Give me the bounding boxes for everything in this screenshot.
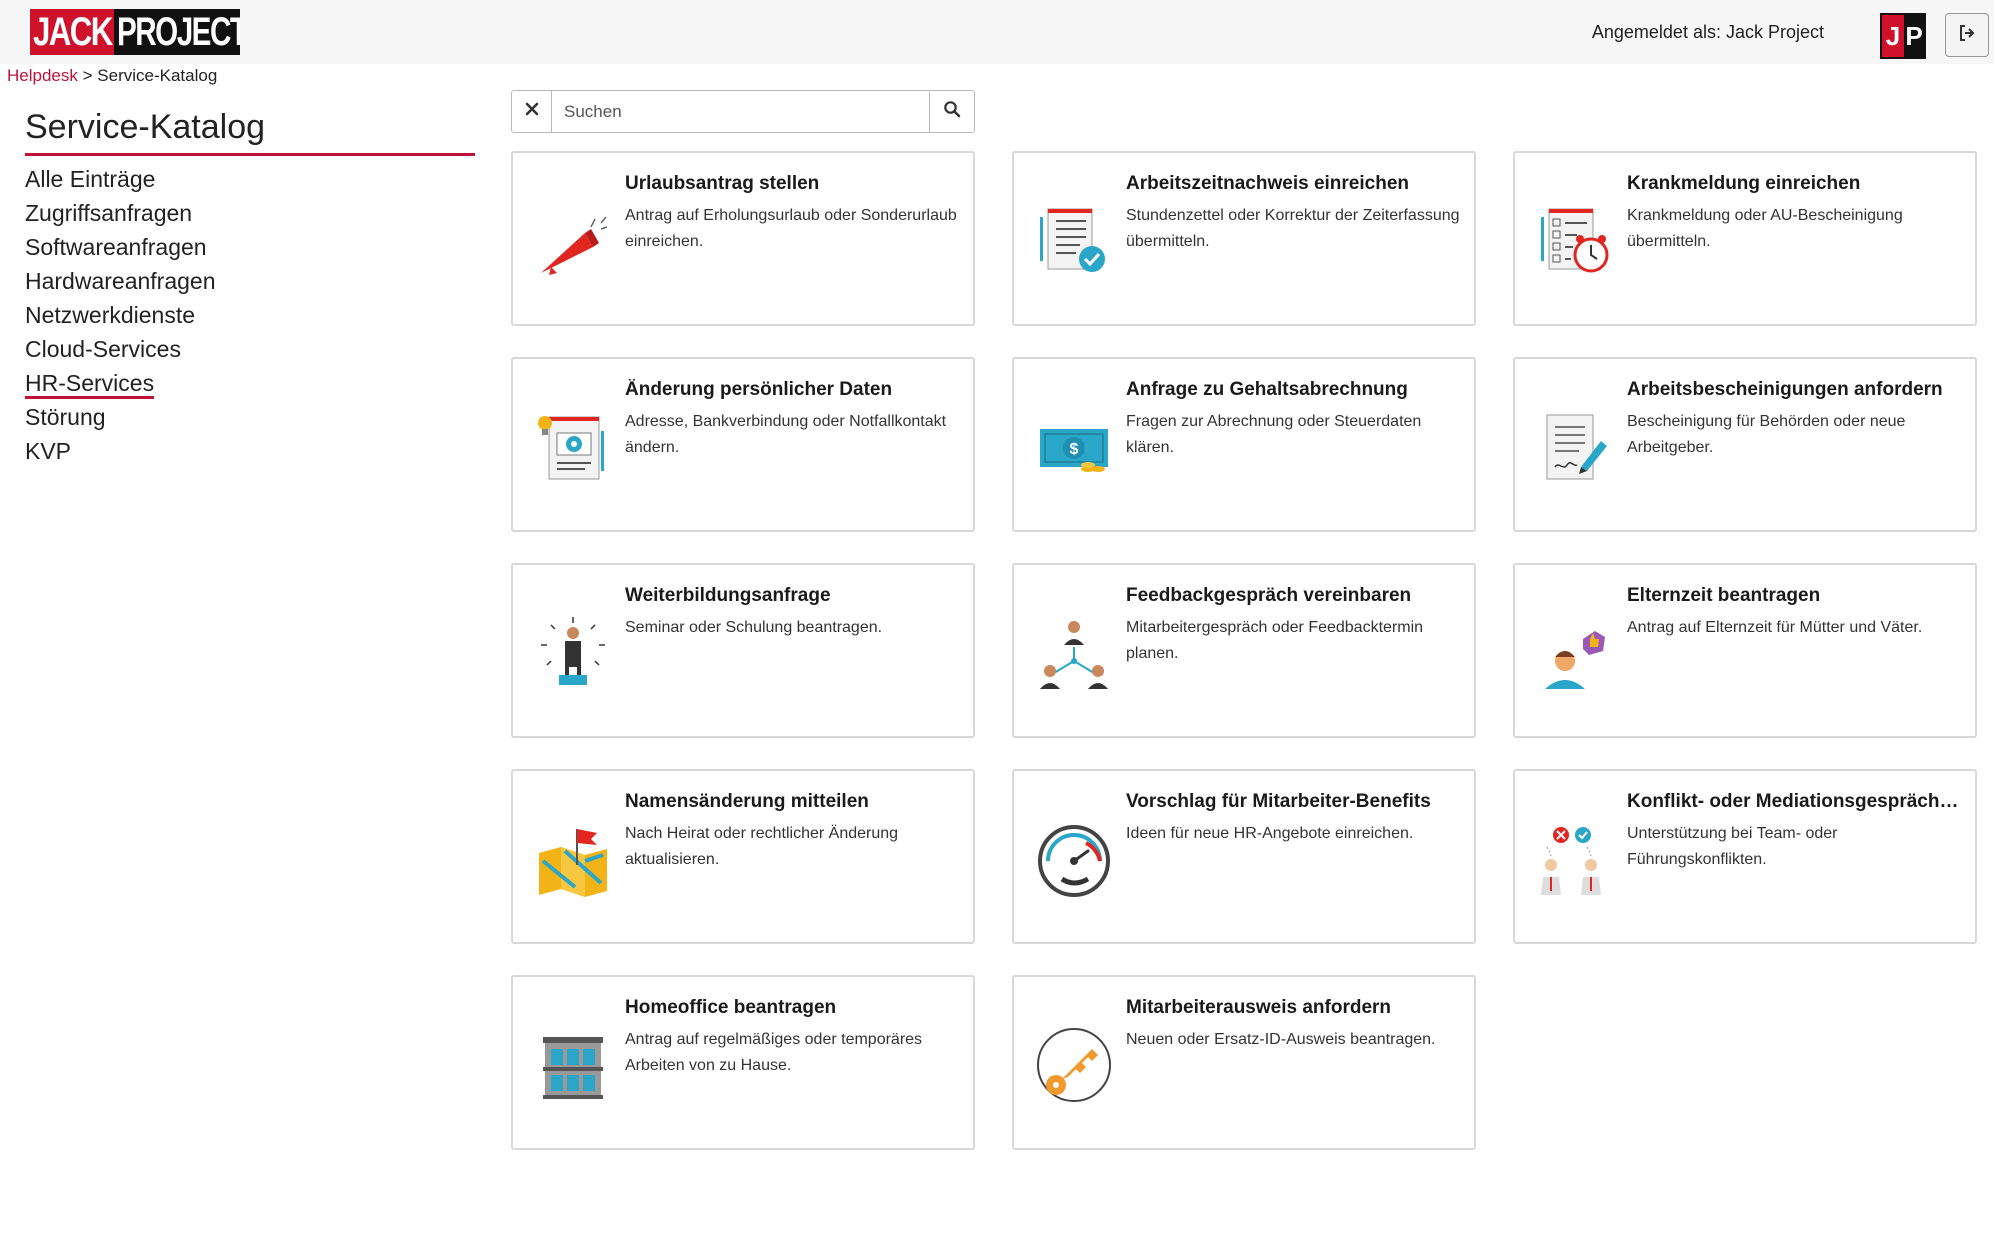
- sidebar-item-cloud-services[interactable]: Cloud-Services: [25, 332, 216, 366]
- service-card-elternzeit[interactable]: Elternzeit beantragen Antrag auf Elternz…: [1513, 563, 1977, 738]
- card-title: Weiterbildungsanfrage: [625, 585, 831, 606]
- sidebar-item-label: Softwareanfragen: [25, 234, 207, 260]
- sidebar-item-label: Zugriffsanfragen: [25, 200, 193, 226]
- card-title: Elternzeit beantragen: [1627, 585, 1821, 606]
- document-sign-icon: [1537, 409, 1613, 485]
- service-card-persoenliche-daten[interactable]: Änderung persönlicher Daten Adresse, Ban…: [511, 357, 975, 532]
- sidebar-item-label: Cloud-Services: [25, 336, 181, 362]
- sidebar-item-label: Netzwerkdienste: [25, 302, 196, 328]
- search-input[interactable]: [552, 91, 929, 132]
- money-icon: $: [1036, 409, 1112, 485]
- service-card-feedbackgespraech[interactable]: Feedbackgespräch vereinbaren Mitarbeiter…: [1012, 563, 1476, 738]
- service-card-homeoffice[interactable]: Homeoffice beantragen Antrag auf regelmä…: [511, 975, 975, 1150]
- card-title: Namensänderung mitteilen: [625, 791, 869, 812]
- card-description: Seminar oder Schulung beantragen.: [625, 619, 883, 636]
- sidebar-title: Service-Katalog: [25, 108, 475, 156]
- sidebar-item-label: HR-Services: [25, 370, 155, 399]
- breadcrumb-separator: >: [82, 66, 93, 85]
- logo-text-jack: JACK: [33, 10, 113, 54]
- service-card-mitarbeiterausweis[interactable]: Mitarbeiterausweis anfordern Neuen oder …: [1012, 975, 1476, 1150]
- card-title: Homeoffice beantragen: [625, 997, 837, 1018]
- building-icon: [535, 1027, 611, 1103]
- logo-text-project: PROJECT: [117, 10, 240, 54]
- card-title: Änderung persönlicher Daten: [625, 379, 893, 400]
- speaker-podium-icon: [535, 615, 611, 691]
- top-bar: JACK PROJECT Angemeldet als: Jack Projec…: [0, 0, 1994, 64]
- sidebar-item-label: Störung: [25, 404, 106, 430]
- checklist-approved-icon: [1036, 203, 1112, 279]
- card-title: Arbeitszeitnachweis einreichen: [1126, 173, 1409, 194]
- jackproject-logo[interactable]: JACK PROJECT: [30, 9, 240, 55]
- card-title: Feedbackgespräch vereinbaren: [1126, 585, 1412, 606]
- service-card-gehaltsabrechnung[interactable]: $ Anfrage zu Gehaltsabrechnung Fragen zu…: [1012, 357, 1476, 532]
- megaphone-icon: [535, 203, 611, 279]
- card-description: Krankmeldung oder AU-Bescheinigung überm…: [1627, 207, 1903, 250]
- card-title: Vorschlag für Mitarbeiter-Benefits: [1126, 791, 1431, 812]
- card-description: Bescheinigung für Behörden oder neue Arb…: [1627, 413, 1906, 456]
- search-button[interactable]: [929, 91, 974, 132]
- document-settings-icon: [535, 409, 611, 485]
- sidebar-item-hr-services[interactable]: HR-Services: [25, 366, 216, 400]
- service-card-konfliktgespraech[interactable]: Konflikt- oder Mediationsgespräch anford…: [1513, 769, 1977, 944]
- sidebar-category-list: Alle Einträge Zugriffsanfragen Softwarea…: [25, 162, 216, 468]
- service-card-mitarbeiter-benefits[interactable]: Vorschlag für Mitarbeiter-Benefits Ideen…: [1012, 769, 1476, 944]
- card-description: Nach Heirat oder rechtlicher Änderung ak…: [625, 825, 899, 868]
- svg-text:$: $: [1070, 441, 1079, 458]
- card-title: Arbeitsbescheinigungen anfordern: [1627, 379, 1943, 400]
- card-description: Antrag auf Elternzeit für Mütter und Vät…: [1627, 619, 1923, 636]
- breadcrumb-current: Service-Katalog: [97, 66, 218, 85]
- card-description: Fragen zur Abrechnung oder Steuerdaten k…: [1126, 413, 1422, 456]
- clear-search-button[interactable]: [512, 91, 552, 132]
- decision-people-icon: [1537, 821, 1613, 897]
- sidebar-item-label: KVP: [25, 438, 72, 464]
- service-card-krankmeldung[interactable]: Krankmeldung einreichen Krankmeldung ode…: [1513, 151, 1977, 326]
- team-hierarchy-icon: [1036, 615, 1112, 691]
- key-icon: [1036, 1027, 1112, 1103]
- breadcrumb-helpdesk-link[interactable]: Helpdesk: [7, 66, 78, 85]
- card-description: Adresse, Bankverbindung oder Notfallkont…: [625, 413, 947, 456]
- service-card-weiterbildung[interactable]: Weiterbildungsanfrage Seminar oder Schul…: [511, 563, 975, 738]
- sidebar-item-hardwareanfragen[interactable]: Hardwareanfragen: [25, 264, 216, 298]
- card-title: Mitarbeiterausweis anfordern: [1126, 997, 1392, 1018]
- card-title: Anfrage zu Gehaltsabrechnung: [1126, 379, 1408, 400]
- user-thumbs-up-icon: [1537, 615, 1613, 691]
- card-description: Ideen für neue HR-Angebote einreichen.: [1126, 825, 1414, 842]
- logged-in-label: Angemeldet als: Jack Project: [1591, 22, 1824, 42]
- card-description: Unterstützung bei Team- oder Führungskon…: [1627, 825, 1838, 868]
- card-title: Urlaubsantrag stellen: [625, 173, 820, 194]
- productivity-gauge-icon: [1036, 821, 1112, 897]
- avatar-letter-j: J: [1882, 15, 1904, 57]
- map-flag-icon: [535, 821, 611, 897]
- service-card-urlaubsantrag[interactable]: Urlaubsantrag stellen Antrag auf Erholun…: [511, 151, 975, 326]
- card-title: Konflikt- oder Mediationsgespräch anford…: [1627, 791, 1961, 812]
- card-description: Stundenzettel oder Korrektur der Zeiterf…: [1126, 207, 1460, 250]
- sidebar-item-label: Alle Einträge: [25, 166, 156, 192]
- card-title: Krankmeldung einreichen: [1627, 173, 1861, 194]
- service-card-namensaenderung[interactable]: Namensänderung mitteilen Nach Heirat ode…: [511, 769, 975, 944]
- close-icon: [525, 102, 539, 121]
- breadcrumb: Helpdesk > Service-Katalog: [7, 66, 217, 86]
- sidebar-item-stoerung[interactable]: Störung: [25, 400, 216, 434]
- card-description: Neuen oder Ersatz-ID-Ausweis beantragen.: [1126, 1031, 1436, 1048]
- sign-out-icon: [1958, 24, 1976, 47]
- logout-button[interactable]: [1945, 13, 1989, 57]
- user-avatar[interactable]: J P: [1880, 13, 1926, 59]
- search-icon: [943, 100, 961, 123]
- service-card-arbeitszeitnachweis[interactable]: Arbeitszeitnachweis einreichen Stundenze…: [1012, 151, 1476, 326]
- sidebar-item-netzwerkdienste[interactable]: Netzwerkdienste: [25, 298, 216, 332]
- card-description: Antrag auf Erholungsurlaub oder Sonderur…: [625, 207, 957, 250]
- sidebar-item-alle-eintraege[interactable]: Alle Einträge: [25, 162, 216, 196]
- sidebar-item-kvp[interactable]: KVP: [25, 434, 216, 468]
- card-description: Mitarbeitergespräch oder Feedbacktermin …: [1126, 619, 1424, 662]
- avatar-letter-p: P: [1904, 15, 1924, 57]
- card-description: Antrag auf regelmäßiges oder temporäres …: [625, 1031, 923, 1074]
- service-card-arbeitsbescheinigungen[interactable]: Arbeitsbescheinigungen anfordern Beschei…: [1513, 357, 1977, 532]
- sidebar-item-softwareanfragen[interactable]: Softwareanfragen: [25, 230, 216, 264]
- sidebar-item-zugriffsanfragen[interactable]: Zugriffsanfragen: [25, 196, 216, 230]
- sidebar-item-label: Hardwareanfragen: [25, 268, 216, 294]
- checklist-clock-icon: [1537, 203, 1613, 279]
- search-bar: [511, 90, 975, 133]
